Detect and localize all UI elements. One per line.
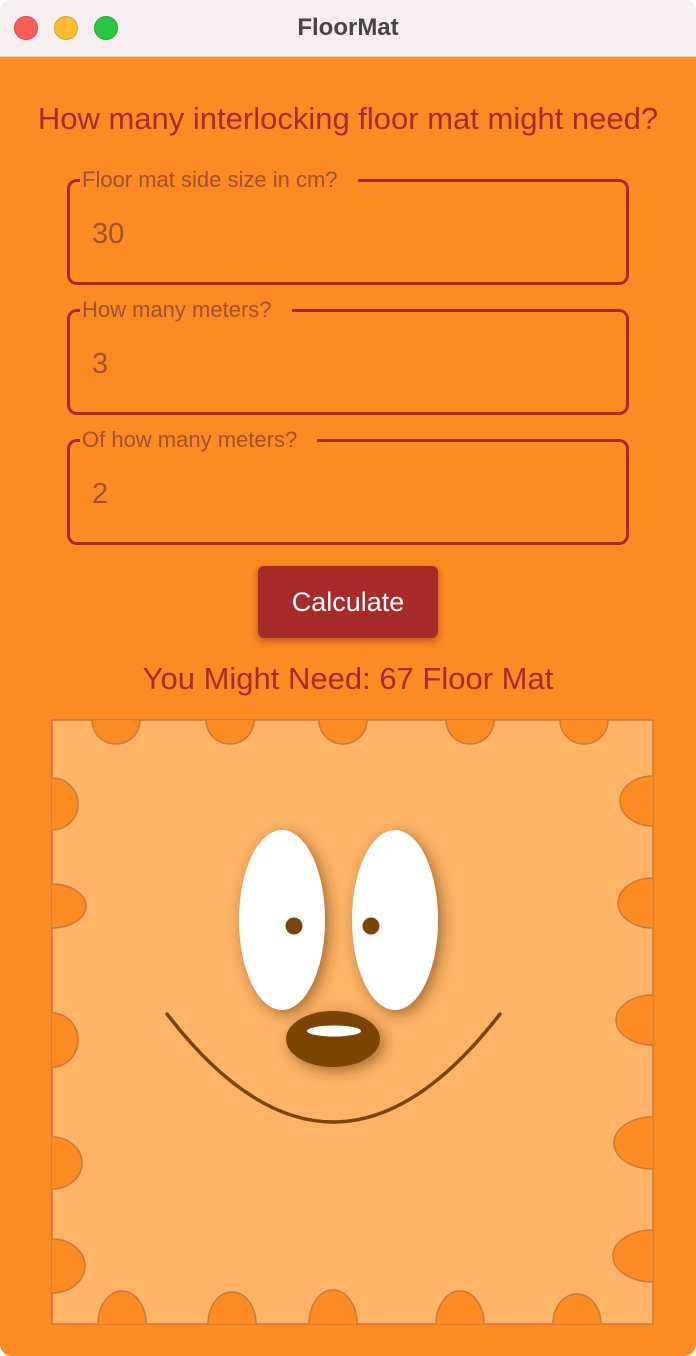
- main-content: How many interlocking floor mat might ne…: [0, 57, 696, 1356]
- right-pupil: [362, 917, 380, 935]
- title-bar: FloorMat: [0, 0, 696, 57]
- left-pupil: [285, 917, 303, 935]
- left-eye: [239, 830, 325, 1010]
- window-title: FloorMat: [297, 14, 399, 41]
- floor-mat-illustration: [51, 719, 654, 1325]
- nose-highlight: [307, 1025, 361, 1037]
- app-window: FloorMat How many interlocking floor mat…: [0, 0, 696, 1356]
- nose: [286, 1011, 380, 1067]
- right-eye: [352, 830, 438, 1010]
